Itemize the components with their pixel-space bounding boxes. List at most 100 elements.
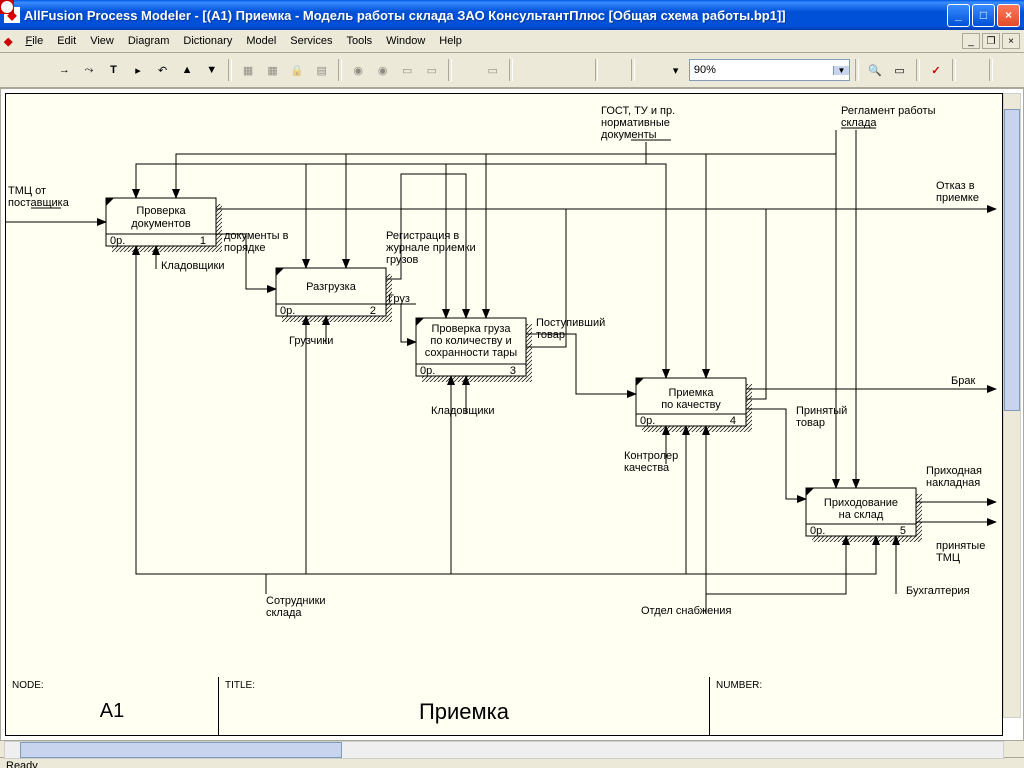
menu-help[interactable]: Help [432, 33, 469, 49]
tool-world[interactable] [998, 58, 1021, 82]
zoom-input[interactable] [690, 64, 833, 76]
menu-view[interactable]: View [83, 33, 121, 49]
lbl-regl2: склада [841, 117, 877, 129]
menu-services[interactable]: Services [283, 33, 339, 49]
lbl-otdel: Отдел снабжения [641, 605, 731, 617]
tool-arrow[interactable]: → [53, 58, 76, 82]
footer-number-val [716, 691, 996, 732]
tool-open[interactable] [542, 58, 565, 82]
tool-zoomfit[interactable]: ▭ [888, 58, 911, 82]
toolbar: → ⤳ T ▸ ↶ ▲ ▼ ▦ ▦ 🔒 ▤ ◉ ◉ ▭ ▭ ▭ ▾ ▼ 🔍 ▭ … [0, 53, 1024, 88]
menu-edit[interactable]: Edit [50, 33, 83, 49]
menu-window[interactable]: Window [379, 33, 432, 49]
lbl-sotr1: Сотрудники [266, 595, 326, 607]
vertical-scrollbar[interactable] [1003, 93, 1021, 718]
menu-model[interactable]: Model [239, 33, 283, 49]
tool-e3[interactable]: ▭ [396, 58, 419, 82]
box3-line1: Проверка груза [432, 323, 512, 335]
tool-print[interactable] [603, 58, 626, 82]
volume-icon[interactable] [0, 0, 14, 14]
tool-e2[interactable]: ◉ [371, 58, 394, 82]
status-text: Ready [6, 760, 38, 768]
lbl-out2: Брак [951, 375, 975, 387]
maximize-button[interactable]: □ [972, 4, 995, 27]
box1-idx: 1 [200, 235, 206, 247]
mdi-close[interactable]: × [1002, 33, 1020, 49]
box5-idx: 5 [900, 525, 906, 537]
tool-lock[interactable]: 🔒 [286, 58, 309, 82]
zoom-combo[interactable]: ▼ [689, 59, 850, 81]
lbl-kontr2: качества [624, 462, 670, 474]
tool-flag[interactable] [640, 58, 663, 82]
lbl-out1b: приемке [936, 192, 979, 204]
diagram-svg: Проверка документов 0р. 1 Разгрузка 0р. … [6, 94, 1003, 664]
box5-line1: Приходование [824, 497, 898, 509]
lbl-out1: Отказ в [936, 180, 975, 192]
tool-db3[interactable]: ▤ [310, 58, 333, 82]
lbl-out5b: ТМЦ [936, 552, 960, 564]
lbl-klad1: Кладовщики [161, 260, 224, 272]
mdi-restore[interactable]: ❐ [982, 33, 1000, 49]
minimize-button[interactable]: _ [947, 4, 970, 27]
tool-e1[interactable]: ◉ [347, 58, 370, 82]
footer-node-hd: NODE: [12, 680, 212, 691]
zoom-dropdown-icon[interactable]: ▼ [833, 66, 849, 75]
box3-line2: по количеству и [430, 335, 511, 347]
tool-tree[interactable] [961, 58, 984, 82]
tool-next[interactable]: ▭ [481, 58, 504, 82]
tool-up[interactable]: ▲ [176, 58, 199, 82]
lbl-input1b: поставщика [8, 197, 70, 209]
box4-num: 0р. [640, 415, 655, 427]
lbl-gruz: Груз [388, 293, 410, 305]
mdi-minimize[interactable]: _ [962, 33, 980, 49]
box2-line1: Разгрузка [306, 281, 357, 293]
menu-diagram[interactable]: Diagram [121, 33, 177, 49]
tool-text[interactable]: T [102, 58, 125, 82]
footer-node-val: A1 [12, 691, 212, 732]
box3-idx: 3 [510, 365, 516, 377]
lbl-post1: Поступивший [536, 317, 605, 329]
horizontal-scrollbar[interactable] [4, 741, 1004, 759]
lbl-input1: ТМЦ от [8, 185, 46, 197]
footer-title-val: Приемка [225, 691, 703, 732]
tool-goto[interactable]: ▸ [127, 58, 150, 82]
lbl-gost1: ГОСТ, ТУ и пр. [601, 105, 675, 117]
tool-spell[interactable]: ✓ [925, 58, 948, 82]
lbl-out4b: накладная [926, 477, 980, 489]
lbl-sotr2: склада [266, 607, 302, 619]
lbl-post2: товар [536, 329, 565, 341]
lbl-kontr1: Контролер [624, 450, 678, 462]
app-menu-icon[interactable]: ◆ [4, 35, 12, 48]
tool-report[interactable] [457, 58, 480, 82]
menu-dictionary[interactable]: Dictionary [176, 33, 239, 49]
menu-file[interactable]: File [18, 33, 50, 49]
tool-check[interactable]: ▾ [664, 58, 687, 82]
tool-save[interactable] [567, 58, 590, 82]
tool-undo[interactable]: ↶ [151, 58, 174, 82]
box2-idx: 2 [370, 305, 376, 317]
tool-new[interactable] [518, 58, 541, 82]
window-title: AllFusion Process Modeler - [(A1) Приемк… [24, 8, 947, 23]
box4-line2: по качеству [661, 399, 721, 411]
lbl-out3: Принятый [796, 405, 847, 417]
close-button[interactable]: × [997, 4, 1020, 27]
box3-num: 0р. [420, 365, 435, 377]
tool-activity[interactable] [29, 58, 52, 82]
lbl-docs1: документы в [224, 230, 289, 242]
lbl-reg2: журнале приемки [386, 242, 476, 254]
tool-db2[interactable]: ▦ [261, 58, 284, 82]
lbl-reg1: Регистрация в [386, 230, 459, 242]
lbl-reg3: грузов [386, 254, 419, 266]
footer-title-hd: TITLE: [225, 680, 703, 691]
tool-db1[interactable]: ▦ [237, 58, 260, 82]
lbl-gost3: документы [601, 129, 657, 141]
menu-tools[interactable]: Tools [339, 33, 379, 49]
tool-zoomarea[interactable]: 🔍 [864, 58, 887, 82]
box5-line2: на склад [839, 509, 884, 521]
tool-pointer[interactable] [4, 58, 27, 82]
lbl-buh: Бухгалтерия [906, 585, 970, 597]
tool-squiggle[interactable]: ⤳ [78, 58, 101, 82]
tool-down[interactable]: ▼ [200, 58, 223, 82]
diagram-canvas[interactable]: Проверка документов 0р. 1 Разгрузка 0р. … [5, 93, 1003, 718]
tool-e4[interactable]: ▭ [421, 58, 444, 82]
